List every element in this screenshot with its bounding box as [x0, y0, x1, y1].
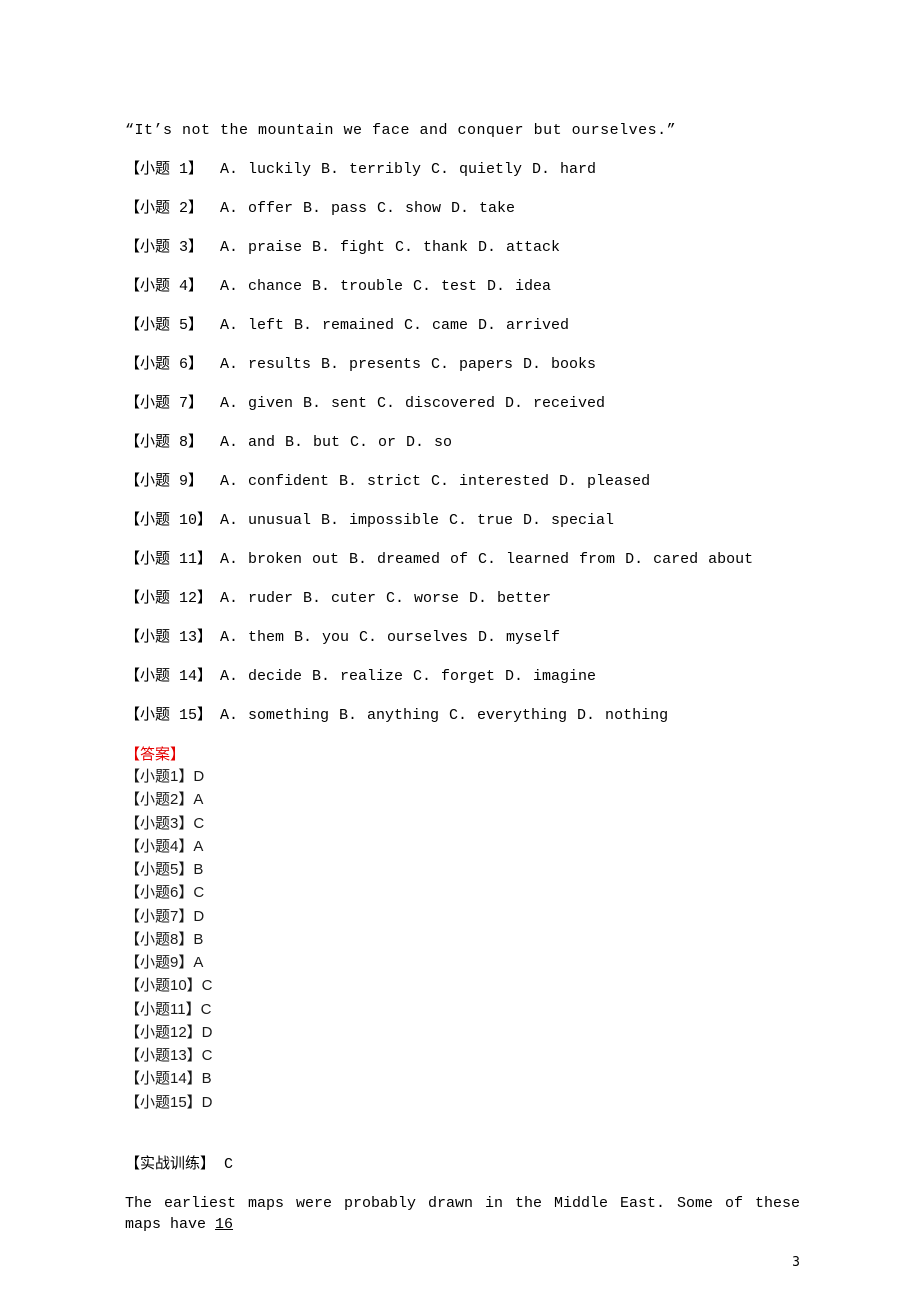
answer-line: 【小题7】D	[125, 905, 800, 928]
question-label: 【小题 3】	[125, 237, 220, 258]
question-row: 【小题 9】 A. confident B. strict C. interes…	[125, 471, 800, 492]
answer-line: 【小题3】C	[125, 812, 800, 835]
question-label: 【小题 4】	[125, 276, 220, 297]
questions-list: 【小题 1】 A. luckily B. terribly C. quietly…	[125, 159, 800, 726]
question-options: A. results B. presents C. papers D. book…	[220, 354, 800, 375]
question-row: 【小题 12】 A. ruder B. cuter C. worse D. be…	[125, 588, 800, 609]
question-options: A. praise B. fight C. thank D. attack	[220, 237, 800, 258]
answer-line: 【小题9】A	[125, 951, 800, 974]
question-label: 【小题 10】	[125, 510, 220, 531]
question-row: 【小题 13】 A. them B. you C. ourselves D. m…	[125, 627, 800, 648]
question-options: A. them B. you C. ourselves D. myself	[220, 627, 800, 648]
answers-header: 【答案】	[125, 744, 800, 765]
question-options: A. something B. anything C. everything D…	[220, 705, 800, 726]
answers-list: 【小题1】D 【小题2】A 【小题3】C 【小题4】A 【小题5】B 【小题6】…	[125, 765, 800, 1114]
answer-line: 【小题15】D	[125, 1091, 800, 1114]
answer-line: 【小题5】B	[125, 858, 800, 881]
page-number: 3	[792, 1254, 800, 1272]
answer-line: 【小题8】B	[125, 928, 800, 951]
question-label: 【小题 1】	[125, 159, 220, 180]
answer-line: 【小题13】C	[125, 1044, 800, 1067]
question-row: 【小题 2】 A. offer B. pass C. show D. take	[125, 198, 800, 219]
question-label: 【小题 9】	[125, 471, 220, 492]
question-label: 【小题 12】	[125, 588, 220, 609]
blank-16: 16	[215, 1216, 233, 1233]
question-options: A. and B. but C. or D. so	[220, 432, 800, 453]
question-label: 【小题 2】	[125, 198, 220, 219]
question-row: 【小题 5】 A. left B. remained C. came D. ar…	[125, 315, 800, 336]
question-label: 【小题 15】	[125, 705, 220, 726]
passage-line: The earliest maps were probably drawn in…	[125, 1193, 800, 1235]
question-label: 【小题 5】	[125, 315, 220, 336]
question-label: 【小题 14】	[125, 666, 220, 687]
question-options: A. unusual B. impossible C. true D. spec…	[220, 510, 800, 531]
question-options: A. luckily B. terribly C. quietly D. har…	[220, 159, 800, 180]
quote-line: “It’s not the mountain we face and conqu…	[125, 120, 800, 141]
question-row: 【小题 7】 A. given B. sent C. discovered D.…	[125, 393, 800, 414]
question-options: A. decide B. realize C. forget D. imagin…	[220, 666, 800, 687]
question-options: A. ruder B. cuter C. worse D. better	[220, 588, 800, 609]
question-row: 【小题 1】 A. luckily B. terribly C. quietly…	[125, 159, 800, 180]
question-row: 【小题 10】 A. unusual B. impossible C. true…	[125, 510, 800, 531]
practice-heading: 【实战训练】 C	[125, 1154, 800, 1175]
question-label: 【小题 13】	[125, 627, 220, 648]
document-page: “It’s not the mountain we face and conqu…	[0, 0, 920, 1302]
question-row: 【小题 3】 A. praise B. fight C. thank D. at…	[125, 237, 800, 258]
question-label: 【小题 7】	[125, 393, 220, 414]
answer-line: 【小题14】B	[125, 1067, 800, 1090]
question-options: A. confident B. strict C. interested D. …	[220, 471, 800, 492]
question-label: 【小题 11】	[125, 549, 220, 570]
question-options: A. broken out B. dreamed of C. learned f…	[220, 549, 800, 570]
question-row: 【小题 8】 A. and B. but C. or D. so	[125, 432, 800, 453]
question-label: 【小题 8】	[125, 432, 220, 453]
answer-line: 【小题4】A	[125, 835, 800, 858]
answer-line: 【小题6】C	[125, 881, 800, 904]
question-options: A. left B. remained C. came D. arrived	[220, 315, 800, 336]
question-row: 【小题 14】 A. decide B. realize C. forget D…	[125, 666, 800, 687]
answer-line: 【小题12】D	[125, 1021, 800, 1044]
question-label: 【小题 6】	[125, 354, 220, 375]
question-row: 【小题 11】 A. broken out B. dreamed of C. l…	[125, 549, 800, 570]
answer-line: 【小题1】D	[125, 765, 800, 788]
answer-line: 【小题2】A	[125, 788, 800, 811]
question-row: 【小题 15】 A. something B. anything C. ever…	[125, 705, 800, 726]
question-options: A. offer B. pass C. show D. take	[220, 198, 800, 219]
question-row: 【小题 6】 A. results B. presents C. papers …	[125, 354, 800, 375]
question-options: A. given B. sent C. discovered D. receiv…	[220, 393, 800, 414]
question-row: 【小题 4】 A. chance B. trouble C. test D. i…	[125, 276, 800, 297]
answer-line: 【小题11】C	[125, 998, 800, 1021]
question-options: A. chance B. trouble C. test D. idea	[220, 276, 800, 297]
answer-line: 【小题10】C	[125, 974, 800, 997]
